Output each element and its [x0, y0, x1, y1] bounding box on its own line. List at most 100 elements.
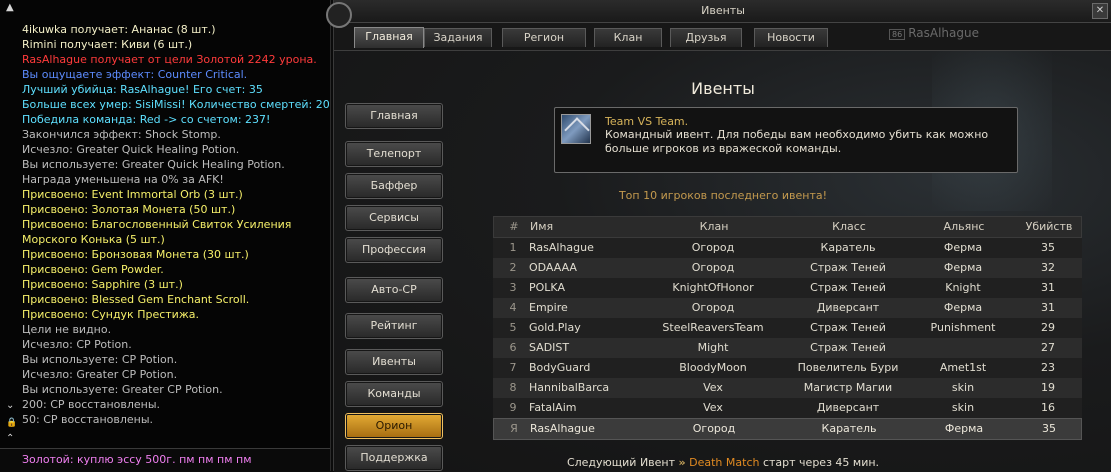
sidebar-item-main[interactable]: Главная	[345, 103, 443, 129]
top-players-table: # Имя Клан Класс Альянс Убийств 1 RasAlha…	[493, 216, 1082, 440]
row-clan: Огород	[691, 261, 735, 274]
row-alliance: Amet1st	[939, 361, 987, 374]
tab-quests[interactable]: Задания	[424, 28, 492, 47]
chat-input[interactable]: Золотой: куплю эссу 500г. пм пм пм пм	[22, 453, 252, 466]
self-clan: Огород	[692, 422, 736, 435]
row-rank: 1	[509, 241, 517, 254]
player-level: 86	[889, 29, 906, 40]
sidebar-item-teams[interactable]: Команды	[345, 381, 443, 407]
chat-line: Присвоено: Blessed Gem Enchant Scroll.	[22, 293, 250, 306]
chat-line: RasAlhague получает от цели Золотой 2242…	[22, 53, 317, 66]
row-rank: 5	[509, 321, 517, 334]
next-event-line: Следующий Ивент » Death Match старт чере…	[334, 456, 1111, 469]
table-row-self: Я RasAlhague Огород Каратель Ферма 35	[493, 418, 1082, 440]
row-clan: SteelReaversTeam	[662, 321, 764, 334]
row-rank: 9	[509, 401, 517, 414]
chat-line: 200: CP восстановлены.	[22, 398, 161, 411]
chat-panel: ▲ ⌄ 🔒 ⌃ 4ikuwka получает: Ананас (8 шт.)…	[0, 0, 331, 471]
row-class: Повелитель Бури	[797, 361, 899, 374]
row-alliance: skin	[951, 381, 975, 394]
chat-line: Исчезло: Greater Quick Healing Potion.	[22, 143, 240, 156]
chat-line: Присвоено: Сундук Престижа.	[22, 308, 199, 321]
next-event-time: старт через 45 мин.	[762, 456, 880, 469]
chat-line: Присвоено: Бронзовая Монета (30 шт.)	[22, 248, 249, 261]
chat-line: Присвоено: Sapphire (3 шт.)	[22, 278, 183, 291]
sidebar-item-rating[interactable]: Рейтинг	[345, 313, 443, 339]
sidebar-item-events[interactable]: Ивенты	[345, 349, 443, 375]
close-button[interactable]: ✕	[1092, 3, 1108, 19]
event-description: Командный ивент. Для победы вам необходи…	[605, 128, 989, 155]
chat-line: Вы используете: Greater Quick Healing Po…	[22, 158, 285, 171]
table-row: 3 POLKA KnightOfHonor Страж Теней Knight 31	[493, 278, 1082, 298]
tab-region[interactable]: Регион	[502, 28, 586, 47]
chat-line: Rimini получает: Киви (6 шт.)	[22, 38, 193, 51]
chat-log: 4ikuwka получает: Ананас (8 шт.) Rimini п…	[22, 22, 330, 427]
page-title: Ивенты	[691, 79, 755, 98]
chat-line: Лучший убийца: RasAlhague! Его счет: 35	[22, 83, 263, 96]
chat-line: 50: CP восстановлены.	[22, 413, 154, 426]
events-window: Ивенты ✕ Главная Задания Регион Клан Дру…	[326, 0, 1111, 472]
tab-main[interactable]: Главная	[354, 27, 424, 48]
header-alliance: Альянс	[943, 220, 985, 233]
row-rank: 7	[509, 361, 517, 374]
row-kills: 23	[1041, 361, 1055, 374]
row-clan: Огород	[691, 301, 735, 314]
sidebar-item-services[interactable]: Сервисы	[345, 205, 443, 231]
row-alliance: Ферма	[943, 261, 983, 274]
player-nameplate: 86 RasAlhague	[889, 26, 979, 40]
table-row: 4 Empire Огород Диверсант Ферма 31	[493, 298, 1082, 318]
self-kills: 35	[1042, 422, 1056, 435]
row-class: Диверсант	[816, 401, 880, 414]
expand-icon[interactable]: ⌃	[6, 433, 14, 444]
chat-line: 4ikuwka получает: Ананас (8 шт.)	[22, 23, 216, 36]
table-body: 1 RasAlhague Огород Каратель Ферма 35 2 ODAAAA О…	[493, 238, 1082, 418]
sidebar-item-profession[interactable]: Профессия	[345, 237, 443, 263]
row-clan: Vex	[703, 401, 723, 414]
crossed-swords-icon	[561, 114, 591, 144]
sidebar-item-auto-cp[interactable]: Авто-CP	[345, 277, 443, 303]
row-alliance: Ферма	[943, 301, 983, 314]
row-alliance: Knight	[945, 281, 981, 294]
tab-friends[interactable]: Друзья	[670, 28, 742, 47]
row-kills: 29	[1041, 321, 1055, 334]
self-alliance: Ферма	[944, 422, 984, 435]
row-clan: KnightOfHonor	[672, 281, 754, 294]
next-event-name[interactable]: Death Match	[689, 456, 759, 469]
top-players-caption: Топ 10 игроков последнего ивента!	[618, 189, 828, 202]
event-name: Team VS Team.	[605, 115, 689, 128]
row-kills: 35	[1041, 241, 1055, 254]
row-class: Страж Теней	[810, 281, 886, 294]
row-kills: 27	[1041, 341, 1055, 354]
header-clan: Клан	[699, 220, 729, 233]
row-alliance: skin	[951, 401, 975, 414]
chat-line: Вы ощущаете эффект: Counter Critical.	[22, 68, 248, 81]
row-class: Страж Теней	[810, 341, 886, 354]
window-titlebar[interactable]: Ивенты ✕	[326, 0, 1111, 28]
table-row: 2 ODAAAA Огород Страж Теней Ферма 32	[493, 258, 1082, 278]
chat-line: Исчезло: Greater CP Potion.	[22, 368, 178, 381]
row-class: Диверсант	[816, 301, 880, 314]
tab-clan[interactable]: Клан	[594, 28, 662, 47]
chat-line: Победила команда: Red -> со счетом: 237!	[22, 113, 271, 126]
chat-line: Вы используете: Greater CP Potion.	[22, 383, 223, 396]
chat-line: Исчезло: CP Potion.	[22, 338, 132, 351]
player-name: RasAlhague	[908, 26, 979, 40]
row-rank: 6	[509, 341, 517, 354]
sidebar-item-teleport[interactable]: Телепорт	[345, 141, 443, 167]
sidebar-item-orion[interactable]: Орион	[345, 413, 443, 439]
chat-scrollbar[interactable]: ▲ ⌄ 🔒 ⌃	[4, 0, 18, 444]
row-class: Каратель	[820, 241, 876, 254]
chat-line: Закончился эффект: Shock Stomp.	[22, 128, 221, 141]
lock-icon[interactable]: 🔒	[6, 418, 17, 428]
chat-input-bar[interactable]: Золотой: куплю эссу 500г. пм пм пм пм	[0, 448, 330, 471]
self-rank: Я	[510, 422, 518, 435]
table-header: # Имя Клан Класс Альянс Убийств	[493, 216, 1082, 238]
scroll-up-icon[interactable]: ▲	[6, 2, 14, 13]
header-rank: #	[509, 220, 519, 233]
row-alliance: Punishment	[930, 321, 996, 334]
row-kills: 31	[1041, 281, 1055, 294]
event-card: Team VS Team. Командный ивент. Для побед…	[554, 107, 1018, 173]
row-clan: Might	[697, 341, 729, 354]
scroll-down-icon[interactable]: ⌄	[6, 400, 14, 411]
tab-news[interactable]: Новости	[754, 28, 828, 47]
